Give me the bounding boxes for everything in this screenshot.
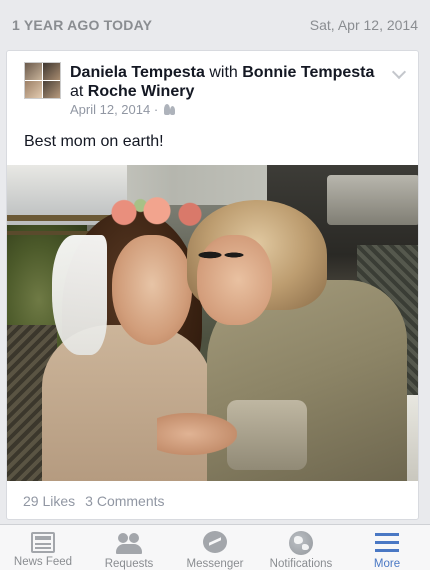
profile-avatar[interactable] bbox=[24, 62, 61, 99]
newsfeed-icon bbox=[31, 532, 55, 553]
tab-requests[interactable]: Requests bbox=[86, 525, 172, 570]
author-link[interactable]: Daniela Tempesta bbox=[70, 64, 205, 81]
post-text: Best mom on earth! bbox=[24, 133, 164, 150]
tab-label: More bbox=[373, 558, 401, 570]
tab-label: News Feed bbox=[13, 556, 73, 568]
chevron-down-icon[interactable] bbox=[391, 64, 407, 80]
tab-label: Notifications bbox=[269, 558, 333, 570]
post-stats: 29 Likes 3 Comments bbox=[7, 481, 418, 519]
likes-count[interactable]: 29 Likes bbox=[23, 493, 75, 509]
comments-count[interactable]: 3 Comments bbox=[85, 493, 164, 509]
tab-messenger[interactable]: Messenger bbox=[172, 525, 258, 570]
memory-date: Sat, Apr 12, 2014 bbox=[309, 17, 418, 33]
tagged-person-link[interactable]: Bonnie Tempesta bbox=[242, 64, 374, 81]
post-title: Daniela Tempesta with Bonnie Tempesta at… bbox=[70, 63, 390, 101]
with-text: with bbox=[209, 64, 238, 81]
tab-news-feed[interactable]: News Feed bbox=[0, 525, 86, 570]
tab-label: Messenger bbox=[186, 558, 244, 570]
post-card: Daniela Tempesta with Bonnie Tempesta at… bbox=[6, 50, 419, 520]
tab-label: Requests bbox=[104, 558, 154, 570]
memory-header: 1 YEAR AGO TODAY Sat, Apr 12, 2014 bbox=[0, 0, 430, 50]
friends-icon bbox=[164, 104, 177, 115]
post-header: Daniela Tempesta with Bonnie Tempesta at… bbox=[7, 51, 418, 119]
memory-label: 1 YEAR AGO TODAY bbox=[12, 17, 153, 33]
messenger-icon bbox=[202, 531, 228, 555]
requests-icon bbox=[116, 531, 142, 555]
tab-notifications[interactable]: Notifications bbox=[258, 525, 344, 570]
post-meta: April 12, 2014 · bbox=[70, 102, 177, 117]
menu-icon bbox=[374, 531, 400, 555]
post-photo[interactable] bbox=[7, 165, 418, 481]
bottom-tab-bar: News Feed Requests Messenger Notificatio… bbox=[0, 524, 430, 570]
location-link[interactable]: Roche Winery bbox=[88, 83, 195, 100]
globe-icon bbox=[288, 531, 314, 555]
post-date[interactable]: April 12, 2014 · bbox=[70, 102, 158, 117]
at-text: at bbox=[70, 83, 84, 100]
tab-more[interactable]: More bbox=[344, 525, 430, 570]
